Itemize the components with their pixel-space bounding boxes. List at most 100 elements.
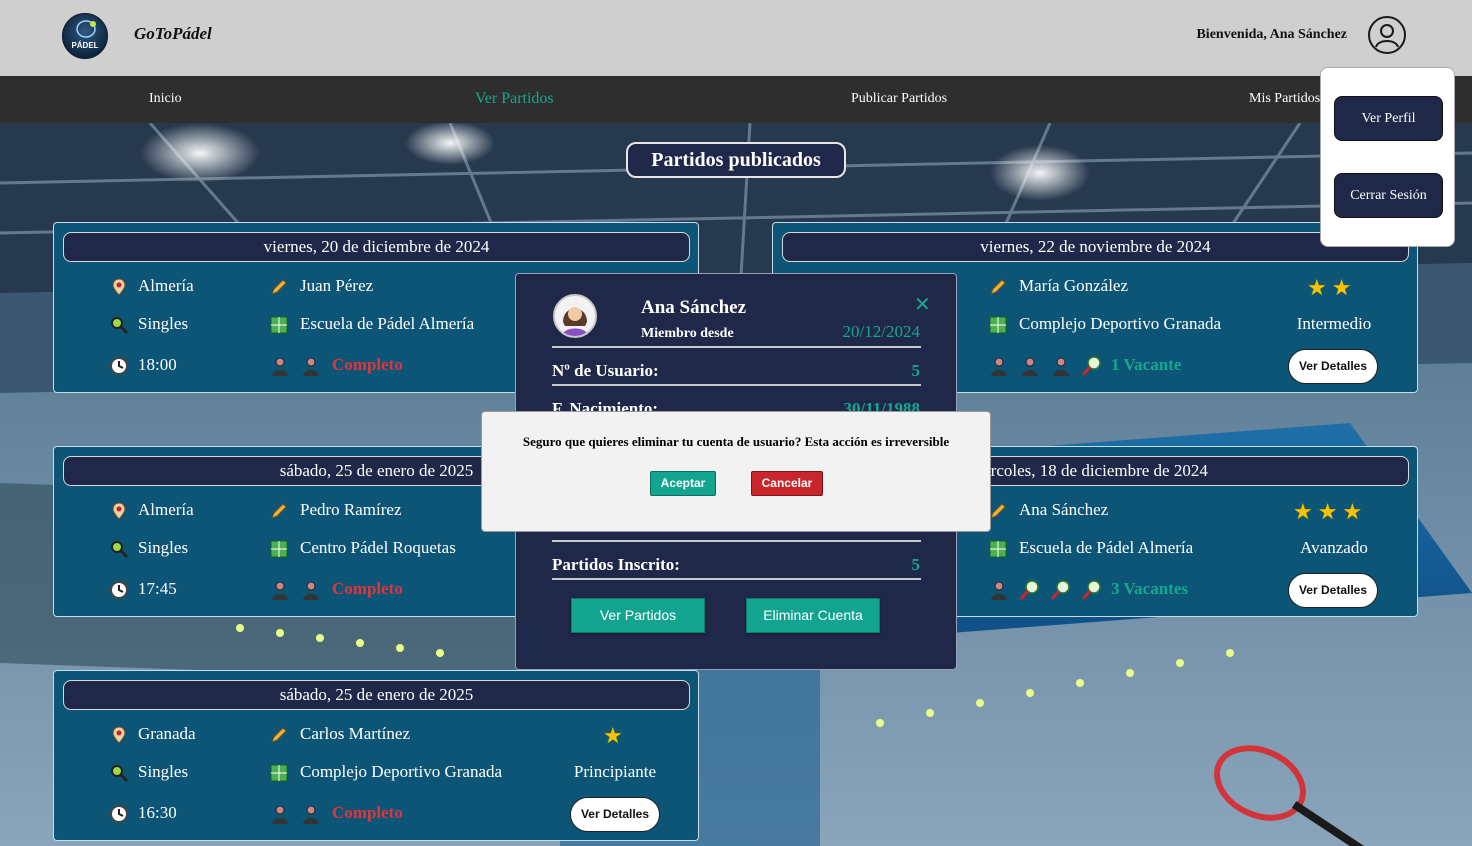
nav-ver-partidos[interactable]: Ver Partidos <box>475 90 554 108</box>
magnifier-icon <box>111 765 129 783</box>
player-icon <box>303 581 319 600</box>
location-icon <box>112 726 126 744</box>
confirm-dialog: Seguro que quieres eliminar tu cuenta de… <box>481 411 991 532</box>
match-status: Completo <box>332 355 403 374</box>
user-number-value: 5 <box>911 361 921 380</box>
member-since-label: Miembro desde <box>641 326 734 341</box>
court-icon <box>270 764 288 782</box>
details-button[interactable]: Ver Detalles <box>1288 349 1378 384</box>
registered-matches-value: 5 <box>911 555 921 574</box>
match-venue: Complejo Deportivo Granada <box>1019 314 1222 333</box>
match-city: Granada <box>138 724 196 743</box>
clock-icon <box>110 357 128 375</box>
pencil-icon <box>990 279 1006 295</box>
delete-account-button[interactable]: Eliminar Cuenta <box>746 598 880 633</box>
match-status: Completo <box>332 803 403 822</box>
welcome-text: Bienvenida, Ana Sánchez <box>1196 27 1347 42</box>
magnifier-icon <box>111 541 129 559</box>
user-menu-button[interactable] <box>1368 16 1406 54</box>
confirm-message: Seguro que quieres eliminar tu cuenta de… <box>522 434 950 449</box>
brand-name[interactable]: GoToPádel <box>134 24 212 44</box>
court-icon <box>270 316 288 334</box>
user-avatar-icon <box>562 307 588 336</box>
vacant-slot-icon <box>1050 580 1070 600</box>
player-icon <box>272 581 288 600</box>
vacant-slot-icon <box>1081 356 1101 376</box>
match-type: Singles <box>138 762 189 781</box>
nav-inicio[interactable]: Inicio <box>149 91 182 107</box>
level-stars: ★ <box>603 723 628 748</box>
pencil-icon <box>271 279 287 295</box>
player-icon <box>1022 357 1038 376</box>
player-icon <box>991 581 1007 600</box>
player-icon <box>991 357 1007 376</box>
vacant-slot-icon <box>1019 580 1039 600</box>
match-card: sábado, 25 de enero de 2025 Granada Carl… <box>53 670 699 841</box>
player-icon <box>272 805 288 824</box>
logo-text: PÁDEL <box>71 41 99 50</box>
user-dropdown: Ver Perfil Cerrar Sesión <box>1320 67 1455 247</box>
match-organizer: María González <box>1019 276 1129 295</box>
pencil-icon <box>271 503 287 519</box>
match-organizer: Juan Pérez <box>300 276 374 295</box>
player-icon <box>303 357 319 376</box>
logo[interactable]: PÁDEL <box>62 13 108 59</box>
nav-publicar-partidos[interactable]: Publicar Partidos <box>851 91 947 107</box>
court-icon <box>270 540 288 558</box>
player-icon <box>1053 357 1069 376</box>
match-city: Almería <box>138 500 194 519</box>
pencil-icon <box>990 503 1006 519</box>
divider <box>552 346 921 348</box>
match-organizer: Pedro Ramírez <box>300 500 402 519</box>
match-date: viernes, 20 de diciembre de 2024 <box>63 232 690 262</box>
player-icon <box>303 805 319 824</box>
user-icon <box>1375 24 1399 48</box>
close-icon[interactable]: ✕ <box>914 292 931 316</box>
match-venue: Escuela de Pádel Almería <box>300 314 475 333</box>
match-venue: Complejo Deportivo Granada <box>300 762 503 781</box>
level-stars: ★★★ <box>1293 499 1368 524</box>
level-stars: ★★ <box>1307 275 1357 300</box>
match-time: 18:00 <box>138 355 177 374</box>
match-date: viernes, 22 de noviembre de 2024 <box>782 232 1409 262</box>
view-profile-button[interactable]: Ver Perfil <box>1334 96 1443 141</box>
match-level: Avanzado <box>1300 538 1368 557</box>
match-status: 1 Vacante <box>1111 355 1182 374</box>
match-city: Almería <box>138 276 194 295</box>
profile-name: Ana Sánchez <box>641 297 747 318</box>
match-venue: Centro Pádel Roquetas <box>300 538 456 557</box>
user-number-label: Nº de Usuario: <box>552 361 659 380</box>
match-date: sábado, 25 de enero de 2025 <box>63 680 690 710</box>
page-title: Partidos publicados <box>626 142 846 178</box>
match-time: 16:30 <box>138 803 177 822</box>
match-status: 3 Vacantes <box>1111 579 1188 598</box>
match-level: Principiante <box>573 762 657 781</box>
match-level: Intermedio <box>1296 314 1372 333</box>
match-organizer: Carlos Martínez <box>300 724 410 743</box>
registered-matches-label: Partidos Inscrito: <box>552 555 680 574</box>
clock-icon <box>110 805 128 823</box>
accept-button[interactable]: Aceptar <box>650 471 716 496</box>
view-matches-button[interactable]: Ver Partidos <box>571 598 705 633</box>
divider <box>552 384 921 386</box>
player-icon <box>272 357 288 376</box>
court-icon <box>989 540 1007 558</box>
divider <box>552 540 921 542</box>
match-type: Singles <box>138 538 189 557</box>
details-button[interactable]: Ver Detalles <box>570 797 660 832</box>
match-type: Singles <box>138 314 189 333</box>
member-since-value: 20/12/2024 <box>842 322 920 341</box>
nav-mis-partidos[interactable]: Mis Partidos <box>1249 91 1320 107</box>
vacant-slot-icon <box>1081 580 1101 600</box>
pencil-icon <box>271 727 287 743</box>
match-time: 17:45 <box>138 579 177 598</box>
cancel-button[interactable]: Cancelar <box>751 471 823 496</box>
avatar <box>553 294 597 338</box>
location-icon <box>112 278 126 296</box>
divider <box>552 578 921 580</box>
details-button[interactable]: Ver Detalles <box>1288 573 1378 608</box>
match-organizer: Ana Sánchez <box>1019 500 1109 519</box>
match-venue: Escuela de Pádel Almería <box>1019 538 1194 557</box>
clock-icon <box>110 581 128 599</box>
logout-button[interactable]: Cerrar Sesión <box>1334 173 1443 218</box>
